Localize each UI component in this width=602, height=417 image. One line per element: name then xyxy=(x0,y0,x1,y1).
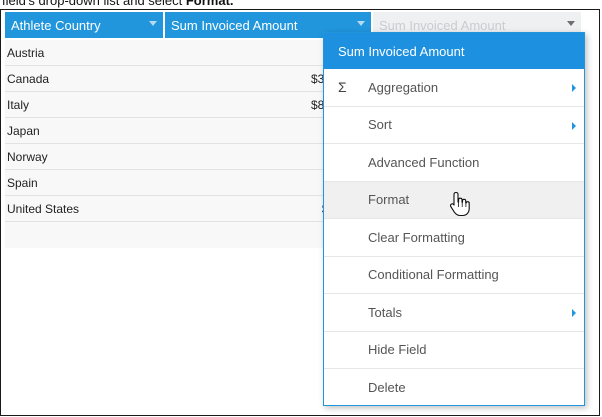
cell-country: Canada xyxy=(7,72,50,86)
menu-item-label: Delete xyxy=(368,380,406,396)
menu-item-label: Totals xyxy=(368,304,402,320)
menu-title: Sum Invoiced Amount xyxy=(324,33,584,69)
caption-text: field's drop-down list and select xyxy=(2,0,186,8)
table-row: Spain $ xyxy=(5,170,373,196)
table-row: Austria $8 xyxy=(5,40,373,66)
cell-country: Italy xyxy=(7,98,30,112)
cell-country: Austria xyxy=(7,46,45,60)
chevron-right-icon xyxy=(572,309,576,317)
cell-country: Norway xyxy=(7,150,48,164)
cell-country: Spain xyxy=(7,176,38,190)
screenshot: field's drop-down list and select Format… xyxy=(0,0,602,417)
column-header-label: Athlete Country xyxy=(11,17,101,33)
cell-country: United States xyxy=(7,202,80,216)
table-row: Canada $3,54 xyxy=(5,66,373,92)
menu-item-label: Hide Field xyxy=(368,342,427,358)
field-dropdown-menu: Sum Invoiced Amount Σ Aggregation Sort A… xyxy=(323,32,585,406)
table-body: Austria $8 Canada $3,54 Italy $8,75 Japa… xyxy=(5,40,373,248)
menu-item-advanced-function[interactable]: Advanced Function xyxy=(324,144,584,182)
column-header-athlete-country[interactable]: Athlete Country xyxy=(5,12,163,38)
menu-item-label: Aggregation xyxy=(368,79,439,95)
menu-item-label: Clear Formatting xyxy=(368,229,465,245)
table-row: Norway $ xyxy=(5,144,373,170)
menu-item-label: Sort xyxy=(368,117,392,133)
menu-item-totals[interactable]: Totals xyxy=(324,294,584,332)
menu-item-label: Advanced Function xyxy=(368,154,480,170)
menu-item-sort[interactable]: Sort xyxy=(324,107,584,144)
caption-bold-text: Format. xyxy=(185,0,234,8)
menu-item-clear-formatting[interactable]: Clear Formatting xyxy=(324,219,584,257)
table-row: United States $11 xyxy=(5,196,373,222)
sigma-icon: Σ xyxy=(338,79,347,95)
cell-country: Japan xyxy=(7,124,40,138)
table-row: Italy $8,75 xyxy=(5,92,373,118)
menu-item-conditional-formatting[interactable]: Conditional Formatting xyxy=(324,257,584,294)
menu-item-label: Conditional Formatting xyxy=(368,267,499,283)
menu-item-hide-field[interactable]: Hide Field xyxy=(324,332,584,369)
chevron-right-icon xyxy=(572,84,576,92)
chevron-down-icon[interactable] xyxy=(567,21,575,26)
hand-pointer-icon xyxy=(449,191,470,217)
chevron-down-icon[interactable] xyxy=(357,21,365,26)
chevron-right-icon xyxy=(572,121,576,130)
column-header-label: Sum Invoiced Amount xyxy=(379,17,506,33)
column-header-label: Sum Invoiced Amount xyxy=(171,17,298,33)
menu-item-label: Format xyxy=(368,192,410,208)
menu-item-aggregation[interactable]: Σ Aggregation xyxy=(324,69,584,107)
menu-item-delete[interactable]: Delete xyxy=(324,369,584,407)
chevron-down-icon[interactable] xyxy=(149,21,157,26)
instruction-caption: field's drop-down list and select Format… xyxy=(2,0,234,8)
table-row: Japan $ xyxy=(5,118,373,144)
